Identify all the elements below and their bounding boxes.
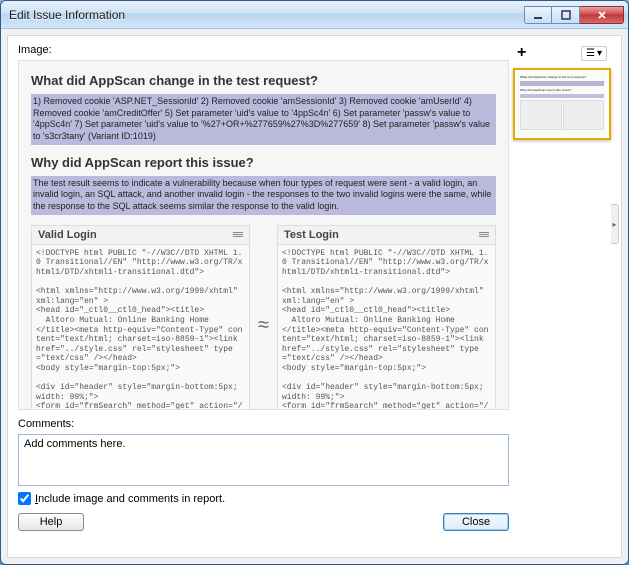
thumbnail-toolbar: + ☰ ▾ bbox=[513, 44, 611, 62]
include-checkbox-row: Include image and comments in report. bbox=[18, 492, 509, 505]
image-preview: What did AppScan change in the test requ… bbox=[18, 60, 509, 410]
button-row: Help Close bbox=[18, 513, 509, 531]
window-controls bbox=[524, 6, 624, 24]
approx-icon: ≈ bbox=[256, 314, 271, 337]
valid-login-title: Valid Login bbox=[38, 229, 97, 241]
valid-login-header: Valid Login bbox=[32, 226, 249, 245]
report-question-2: Why did AppScan report this issue? bbox=[31, 155, 496, 170]
image-label: Image: bbox=[18, 44, 509, 56]
view-mode-button[interactable]: ☰ ▾ bbox=[581, 46, 607, 61]
minimize-icon bbox=[532, 10, 544, 20]
add-image-button[interactable]: + bbox=[517, 44, 526, 62]
valid-login-code: <!DOCTYPE html PUBLIC "-//W3C//DTD XHTML… bbox=[32, 245, 249, 410]
maximize-icon bbox=[560, 10, 572, 20]
report-answer-1: 1) Removed cookie 'ASP.NET_SessionId' 2)… bbox=[31, 94, 496, 145]
maximize-button[interactable] bbox=[552, 6, 580, 24]
comments-input[interactable] bbox=[18, 434, 509, 486]
comments-section: Comments: bbox=[18, 418, 509, 486]
test-login-panel: Test Login <!DOCTYPE html PUBLIC "-//W3C… bbox=[277, 225, 496, 410]
expand-handle[interactable]: ▸ bbox=[611, 204, 619, 244]
include-checkbox-label: Include image and comments in report. bbox=[35, 493, 225, 505]
titlebar: Edit Issue Information bbox=[1, 1, 628, 29]
report-answer-2: The test result seems to indicate a vuln… bbox=[31, 176, 496, 215]
test-login-header: Test Login bbox=[278, 226, 495, 245]
close-window-button[interactable] bbox=[580, 6, 624, 24]
valid-login-panel: Valid Login <!DOCTYPE html PUBLIC "-//W3… bbox=[31, 225, 250, 410]
top-row: Image: What did AppScan change in the te… bbox=[18, 44, 611, 531]
menu-icon[interactable] bbox=[479, 232, 489, 237]
minimize-button[interactable] bbox=[524, 6, 552, 24]
image-section: Image: What did AppScan change in the te… bbox=[18, 44, 509, 531]
close-button[interactable]: Close bbox=[443, 513, 509, 531]
thumbnail-panel: + ☰ ▾ What did AppScan change in the tes… bbox=[513, 44, 611, 531]
dialog-window: Edit Issue Information Image: What did A… bbox=[0, 0, 629, 565]
report-question-1: What did AppScan change in the test requ… bbox=[31, 73, 496, 88]
include-checkbox[interactable] bbox=[18, 492, 31, 505]
window-title: Edit Issue Information bbox=[9, 8, 524, 22]
chevron-down-icon: ▾ bbox=[597, 48, 602, 59]
comments-label: Comments: bbox=[18, 418, 509, 430]
menu-icon[interactable] bbox=[233, 232, 243, 237]
help-button[interactable]: Help bbox=[18, 513, 84, 531]
close-icon bbox=[596, 10, 608, 20]
thumbnail-selected[interactable]: What did AppScan change in the test requ… bbox=[513, 68, 611, 140]
list-icon: ☰ bbox=[586, 48, 595, 59]
test-login-title: Test Login bbox=[284, 229, 339, 241]
test-login-code: <!DOCTYPE html PUBLIC "-//W3C//DTD XHTML… bbox=[278, 245, 495, 410]
dialog-content: Image: What did AppScan change in the te… bbox=[7, 35, 622, 558]
code-compare: Valid Login <!DOCTYPE html PUBLIC "-//W3… bbox=[31, 225, 496, 410]
